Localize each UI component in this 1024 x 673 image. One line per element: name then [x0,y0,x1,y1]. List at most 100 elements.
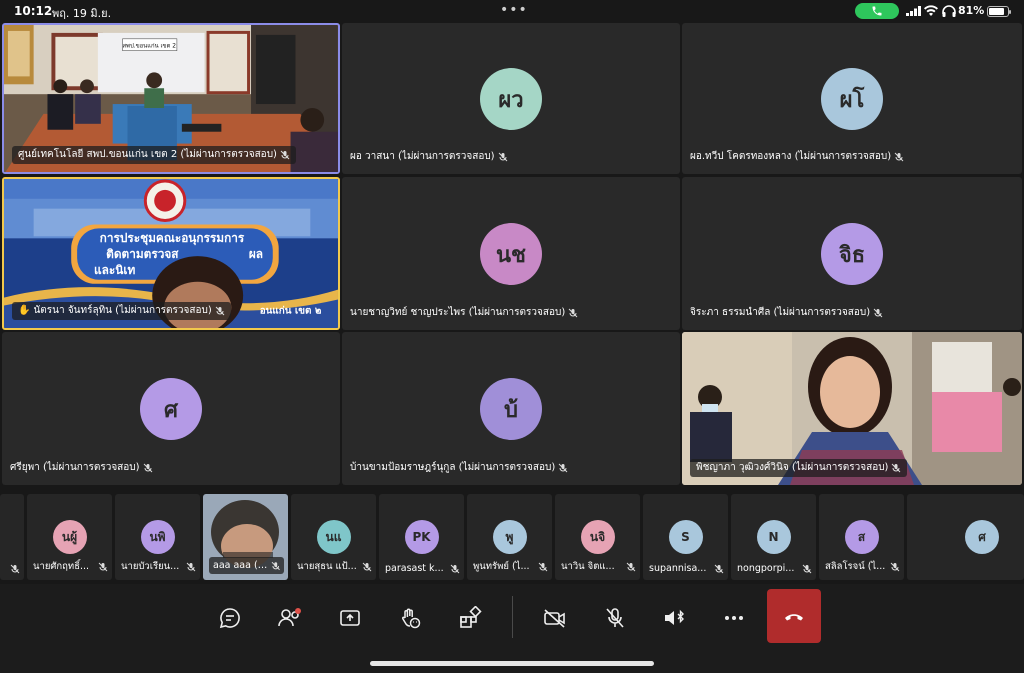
participant-name: จิระภา ธรรมนำศีล (ไม่ผ่านการตรวจสอบ) [690,307,871,318]
strip-nameplate: สลิลโรจน์ (ไ... [825,559,900,574]
participant-tile[interactable]: จิธ จิระภา ธรรมนำศีล (ไม่ผ่านการตรวจสอบ) [682,177,1022,330]
strip-participant[interactable]: Nnongporpi... [731,494,816,580]
camera-toggle-button[interactable] [533,596,577,640]
strip-participant[interactable]: นผู้นายศักฤทธิ์... [27,494,112,580]
meeting-toolbar [0,584,1024,673]
participant-name: นายชาญวิทย์ ชาญประไพร (ไม่ผ่านการตรวจสอบ… [350,307,566,318]
mic-off-icon [892,463,901,473]
mic-off-icon [538,562,548,571]
mic-off-icon [894,152,904,162]
avatar: นพิ [140,520,175,554]
avatar: ผโ [821,68,883,130]
mic-off-icon [186,562,196,571]
share-tray-icon [340,610,360,626]
strip-nameplate: supannisa... [649,563,724,574]
battery-icon [987,6,1011,17]
participant-nameplate: บ้านขามป้อมราษฎร์นุกูล (ไม่ผ่านการตรวจสอ… [350,459,568,477]
hang-up-icon [785,614,803,621]
audio-output-button[interactable] [653,596,697,640]
mic-off-icon [271,561,280,570]
participant-tile[interactable]: ผโ ผอ.ทวีป โคตรทองหลาง (ไม่ผ่านการตรวจสอ… [682,23,1022,174]
banner-line3: และนิเท [94,263,135,277]
chat-button[interactable] [208,596,252,640]
participant-nameplate: พิชญาภา วุฒิวงศ์วินิจ (ไม่ผ่านการตรวจสอบ… [690,459,908,477]
participants-button[interactable] [268,596,312,640]
strip-participant-video[interactable]: aaa aaa (ไ... [203,494,288,580]
banner-line4: อนแก่น เขต ๒ [260,305,322,316]
avatar-initials: บ้ [504,397,518,423]
participant-tile[interactable]: ผว ผอ วาสนา (ไม่ผ่านการตรวจสอบ) [342,23,680,174]
participant-nameplate: จิระภา ธรรมนำศีล (ไม่ผ่านการตรวจสอบ) [690,304,883,322]
reactions-button[interactable] [388,596,432,640]
strip-participant[interactable]: PK parasast k... [379,494,464,580]
mic-off-icon [450,564,460,573]
participant-name: supannisa... [649,563,707,574]
avatar-initials: ผโ [839,87,865,113]
avatar: PK [404,520,439,554]
avatar-initials: ศ [164,397,178,423]
avatar: ศ [965,520,999,554]
participant-name: นายศักฤทธิ์... [33,561,90,572]
status-time: 10:12 [14,4,53,18]
room-sign-text: สพป.ขอนแก่น เขต 2 [122,43,176,50]
cellular-signal-icon [906,6,921,16]
participant-nameplate: ศรียุพา (ไม่ผ่านการตรวจสอบ) [10,459,153,477]
apps-grid-icon [460,606,482,628]
avatar: นผู้ [52,520,87,554]
mic-off-icon [215,306,225,316]
participant-nameplate: ผอ วาสนา (ไม่ผ่านการตรวจสอบ) [350,148,508,166]
participant-nameplate: ศูนย์เทคโนโลยี สพป.ขอนแก่น เขต 2 (ไม่ผ่า… [12,146,296,164]
strip-participant[interactable]: สสลิลโรจน์ (ไ... [819,494,904,580]
mic-off-icon [606,608,624,628]
multitask-dots-icon[interactable]: ••• [500,2,528,18]
participant-name: พิชญาภา วุฒิวงศ์วินิจ (ไม่ผ่านการตรวจสอบ… [696,462,889,473]
avatar: ส [844,520,879,554]
more-options-button[interactable] [712,596,756,640]
people-icon [278,608,301,627]
home-indicator[interactable] [370,661,654,666]
mic-off-icon [873,308,883,318]
avatar-initials: จิธ [838,242,866,268]
participant-tile[interactable]: นช นายชาญวิทย์ ชาญประไพร (ไม่ผ่านการตรวจ… [342,177,680,330]
participant-tile-room[interactable]: สพป.ขอนแก่น เขต 2 ศูนย์เทคโนโลยี สพป.ขอน… [2,23,340,174]
strip-nameplate: พูนทรัพย์ (ไ... [473,559,548,574]
strip-nameplate: นาวิน จิตแ... [561,559,636,574]
strip-participant[interactable]: นแ นายสุธน แป้... [291,494,376,580]
avatar: ผว [480,68,542,130]
headphones-icon [942,5,956,17]
avatar: พู [492,520,527,554]
share-screen-button[interactable] [328,596,372,640]
avatar-initials: นช [496,242,526,268]
leave-call-button[interactable] [767,589,821,643]
strip-participant[interactable]: ศ [907,494,1024,580]
banner-line1: การประชุมคณะอนุกรรมการ [100,231,245,246]
mic-off-icon [498,152,507,162]
avatar: ศ [140,378,202,440]
avatar: นช [480,223,542,285]
participant-tile[interactable]: บ้ บ้านขามป้อมราษฎร์นุกูล (ไม่ผ่านการตรว… [342,332,680,485]
participant-tile[interactable]: ศ ศรียุพา (ไม่ผ่านการตรวจสอบ) [2,332,340,485]
avatar: N [756,520,791,554]
strip-participant[interactable]: Ssupannisa... [643,494,728,580]
more-dots-icon [725,616,743,620]
banner-line2: ติดตามตรวจส [106,247,179,261]
strip-participant[interactable] [0,494,24,580]
mic-off-icon [558,463,568,473]
participant-tile-banner[interactable]: การประชุมคณะอนุกรรมการ ติดตามตรวจส ผล แล… [2,177,340,330]
mic-off-icon [143,463,152,473]
strip-participant[interactable]: นจิ นาวิน จิตแ... [555,494,640,580]
strip-participant[interactable]: พูพูนทรัพย์ (ไ... [467,494,552,580]
active-call-pill[interactable] [855,3,899,19]
participant-name: นัตรนา จันทร์ลุทิน (ไม่ผ่านการตรวจสอบ) [33,305,212,316]
mic-toggle-button[interactable] [593,596,637,640]
strip-participant[interactable]: นพินายบัวเรียน... [115,494,200,580]
participant-nameplate: ✋ นัตรนา จันทร์ลุทิน (ไม่ผ่านการตรวจสอบ) [12,302,231,320]
participant-tile-video[interactable]: พิชญาภา วุฒิวงศ์วินิจ (ไม่ผ่านการตรวจสอบ… [682,332,1022,485]
chat-icon [219,608,240,629]
mic-off-icon [98,562,108,571]
apps-button[interactable] [448,596,492,640]
battery-percent: 81% [958,4,985,17]
strip-nameplate: นายสุธน แป้... [297,559,372,574]
participant-name: aaa aaa (ไ... [213,560,269,571]
participant-name: นายบัวเรียน... [121,561,180,572]
